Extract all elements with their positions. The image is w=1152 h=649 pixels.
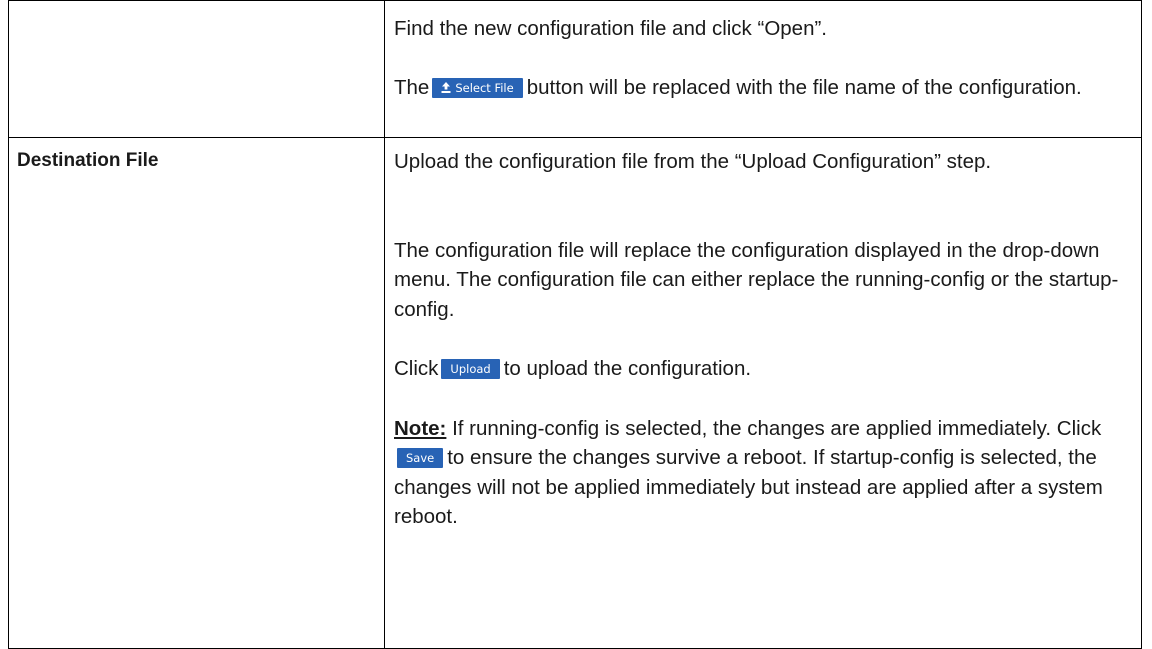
table-row: Destination File Upload the configuratio… <box>8 137 1142 649</box>
click-prefix-text: Click <box>394 357 439 380</box>
replace-description-text: The configuration file will replace the … <box>394 238 1119 321</box>
save-button[interactable]: Save <box>397 448 444 468</box>
label-cell: Destination File <box>8 137 385 649</box>
label-cell <box>8 0 385 138</box>
select-file-paragraph: The Select File button will be replaced wi… <box>394 73 1131 103</box>
settings-table: Find the new configuration file and clic… <box>8 0 1142 649</box>
upload-paragraph: Click Upload to upload the configuration. <box>394 354 1131 384</box>
upload-step-text: Upload the configuration file from the “… <box>394 150 992 173</box>
select-file-button-label: Select File <box>455 80 514 95</box>
table-row: Find the new configuration file and clic… <box>8 0 1142 138</box>
the-prefix-text: The <box>394 75 430 99</box>
upload-button[interactable]: Upload <box>441 359 500 379</box>
upload-icon <box>441 81 451 93</box>
select-file-button[interactable]: Select File <box>432 77 523 98</box>
note-text-part1: If running-config is selected, the chang… <box>452 416 1102 440</box>
find-file-text: Find the new configuration file and clic… <box>394 17 828 40</box>
note-paragraph: Note: If running-config is selected, the… <box>394 414 1131 532</box>
click-suffix-text: to upload the configuration. <box>503 357 752 380</box>
destination-file-label: Destination File <box>17 150 159 171</box>
the-suffix-text: button will be replaced with the file na… <box>526 75 1082 99</box>
note-text-part2: to ensure the changes survive a reboot. … <box>394 446 1103 528</box>
row-label <box>9 1 384 9</box>
description-cell: Find the new configuration file and clic… <box>384 0 1142 138</box>
note-label: Note: <box>394 416 447 440</box>
description-cell: Upload the configuration file from the “… <box>384 137 1142 649</box>
